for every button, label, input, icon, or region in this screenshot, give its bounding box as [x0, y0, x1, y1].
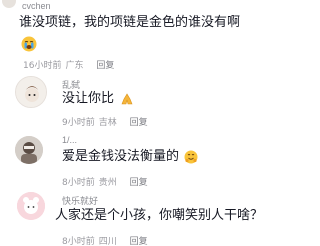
comment-text-body: 没让你比 [62, 91, 115, 106]
avatar-image-icon [17, 192, 45, 220]
avatar[interactable] [15, 76, 47, 108]
comment-text: 谁没项链，我的项链是金色的谁没有啊 [19, 12, 240, 34]
comment-time: 8小时前 [62, 237, 95, 246]
comment-text-body: 谁没项链，我的项链是金色的谁没有啊 [19, 15, 241, 30]
comment-item: 乱弑 没让你比 9小时前 吉林 回复 [0, 70, 300, 128]
comment-text: 没让你比 [62, 89, 134, 109]
comment-meta: 9小时前 吉林 回复 [62, 115, 152, 128]
comment-item: cvchen 谁没项链，我的项链是金色的谁没有啊 16小时前 广东 回复 [0, 0, 300, 71]
praying-hands-icon [121, 92, 133, 104]
comment-location: 四川 [98, 237, 117, 246]
comment-location: 贵州 [98, 178, 117, 188]
comment-meta: 8小时前 四川 回复 [62, 234, 152, 246]
comment-username[interactable]: cvchen [22, 1, 51, 11]
reply-button[interactable]: 回复 [130, 118, 148, 128]
comment-item: 1/... 爱是金钱没法衡量的 8小时前 贵州 回复 [0, 128, 300, 188]
comment-username[interactable]: 1/... [62, 135, 77, 145]
comment-location: 吉林 [98, 118, 117, 128]
comment-meta: 8小时前 贵州 回复 [62, 175, 152, 188]
reply-button[interactable]: 回复 [130, 237, 148, 246]
avatar[interactable] [2, 0, 16, 8]
comment-time: 8小时前 [62, 178, 95, 188]
avatar-image-icon [16, 77, 46, 107]
avatar-image-icon [15, 136, 43, 164]
comment-text: 人家还是个小孩，你嘲笑别人干啥？ [55, 205, 263, 227]
reply-button[interactable]: 回复 [130, 178, 148, 188]
avatar[interactable] [17, 192, 45, 220]
comment-text-body: 爱是金钱没法衡量的 [62, 149, 180, 164]
comment-item: 快乐就好 人家还是个小孩，你嘲笑别人干啥？ 8小时前 四川 回复 [0, 188, 300, 246]
comment-time: 9小时前 [62, 118, 95, 128]
avatar[interactable] [15, 136, 43, 164]
crying-face-icon [21, 36, 37, 52]
comment-text-body: 人家还是个小孩，你嘲笑别人干啥？ [55, 208, 264, 223]
hugging-face-icon [184, 150, 198, 163]
comment-text: 爱是金钱没法衡量的 [62, 146, 198, 168]
